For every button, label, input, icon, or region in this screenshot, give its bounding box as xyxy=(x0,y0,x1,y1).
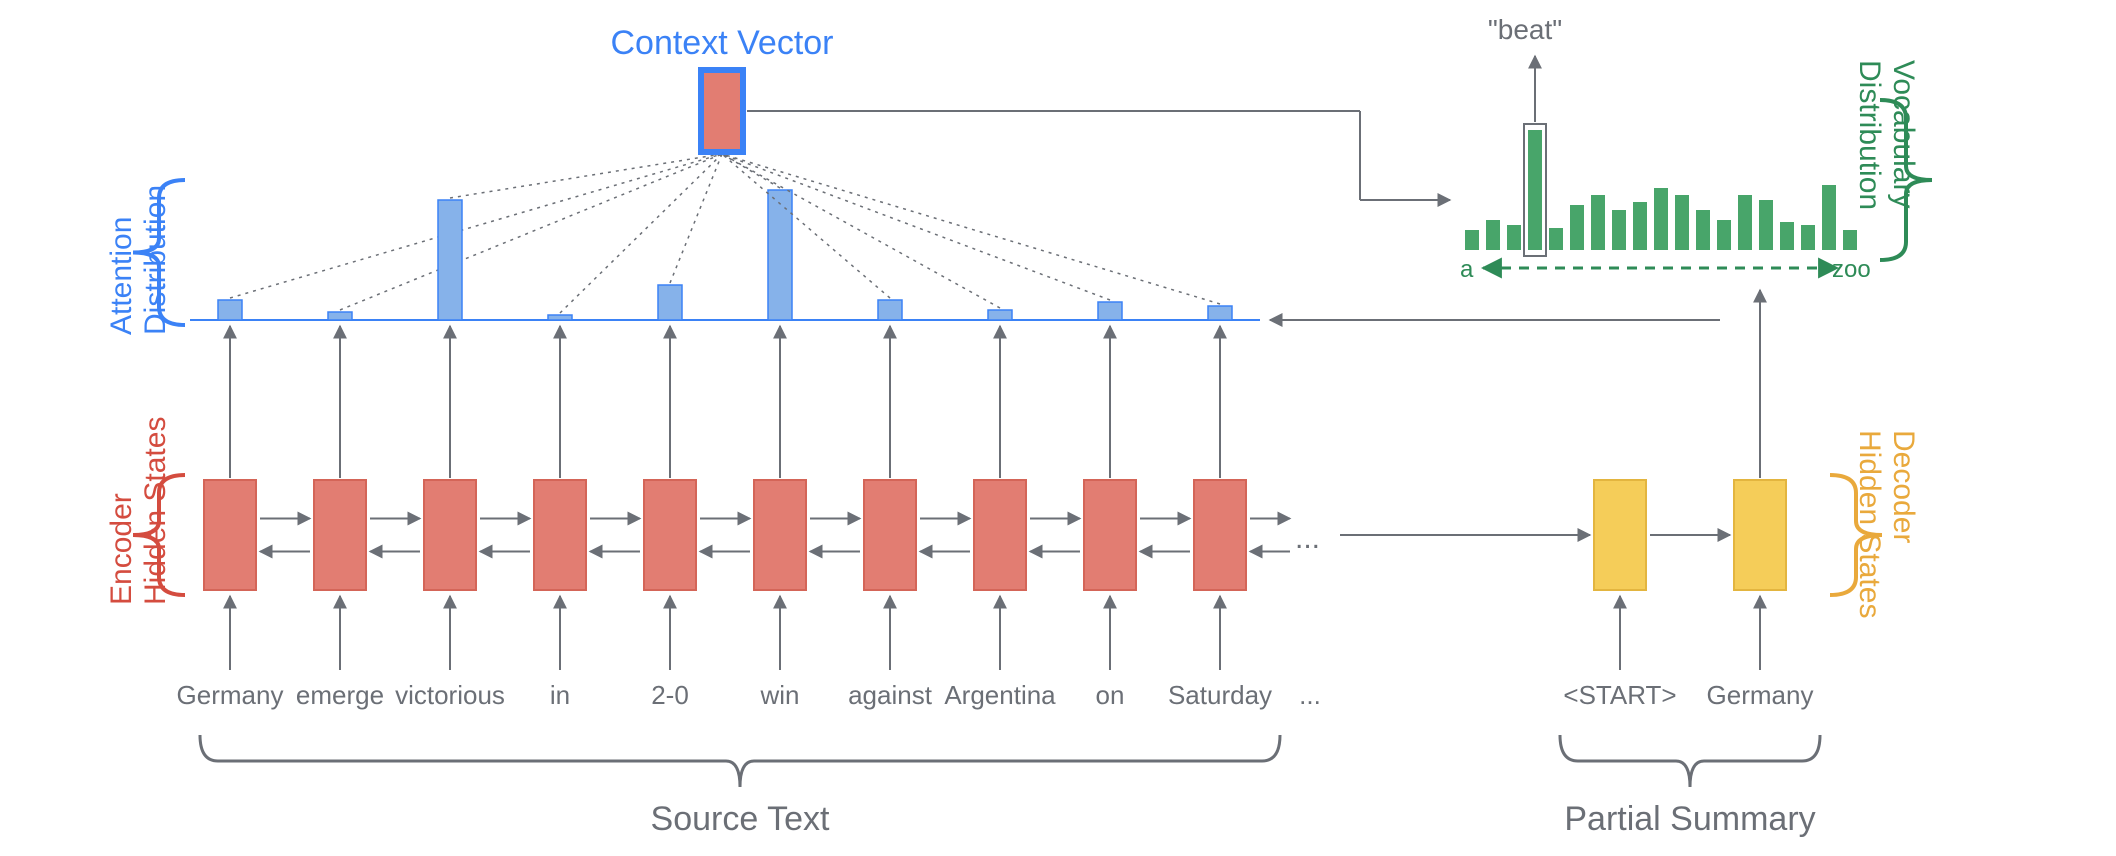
vocab-bar xyxy=(1570,205,1584,250)
source-token: in xyxy=(550,680,570,711)
decoder-line1: Decoder xyxy=(1887,430,1920,543)
vocab-highlight-box xyxy=(1524,124,1546,256)
vocab-bar xyxy=(1549,228,1563,250)
attention-bar xyxy=(1098,302,1122,320)
attention-to-context-line xyxy=(560,154,722,313)
source-token: Saturday xyxy=(1168,680,1272,711)
attention-to-context-line xyxy=(670,154,722,283)
source-token: 2-0 xyxy=(651,680,689,711)
context-vector-box xyxy=(701,70,743,152)
attention-bar xyxy=(988,310,1012,320)
source-token: Argentina xyxy=(944,680,1055,711)
source-text-brace xyxy=(200,735,1280,787)
predicted-token-label: "beat" xyxy=(1488,14,1562,46)
vocab-bar xyxy=(1717,220,1731,250)
source-token: emerge xyxy=(296,680,384,711)
vocab-bar xyxy=(1591,195,1605,250)
encoder-line1: Encoder xyxy=(105,493,138,605)
attention-bar xyxy=(658,285,682,320)
attention-to-context-line xyxy=(722,154,780,188)
vocab-start-tick: a xyxy=(1460,256,1473,284)
vocab-bar xyxy=(1843,230,1857,250)
vocabulary-distribution-label: Vocabulary Distribution xyxy=(1852,60,1920,210)
attention-distribution-label: Attention Distribution xyxy=(105,185,173,335)
encoder-state-box xyxy=(864,480,916,590)
attention-to-context-line xyxy=(722,154,1220,304)
decoder-state-box xyxy=(1594,480,1646,590)
token-ellipsis: ... xyxy=(1299,680,1321,711)
encoder-hidden-states-label: Encoder Hidden States xyxy=(105,417,173,605)
encoder-state-box xyxy=(1084,480,1136,590)
encoder-state-box xyxy=(644,480,696,590)
attention-bar xyxy=(328,312,352,320)
source-token: Germany xyxy=(177,680,284,711)
vocab-bar xyxy=(1738,195,1752,250)
vocab-bar xyxy=(1759,200,1773,250)
vocab-line1: Vocabulary xyxy=(1887,60,1920,208)
source-token: win xyxy=(760,680,799,711)
decoder-line2: Hidden States xyxy=(1853,430,1886,618)
vocab-bar xyxy=(1801,225,1815,250)
vocab-bar xyxy=(1675,195,1689,250)
vocab-bar xyxy=(1822,185,1836,250)
encoder-state-box xyxy=(424,480,476,590)
partial-summary-label: Partial Summary xyxy=(1564,800,1815,839)
decoder-hidden-states-label: Decoder Hidden States xyxy=(1852,430,1920,618)
vocab-bar xyxy=(1486,220,1500,250)
encoder-state-box xyxy=(204,480,256,590)
attention-to-context-line xyxy=(722,154,890,298)
attention-to-context-line xyxy=(722,154,1110,300)
vocab-bar xyxy=(1612,210,1626,250)
source-token: against xyxy=(848,680,932,711)
encoder-line2: Hidden States xyxy=(139,417,172,605)
attention-line1: Attention xyxy=(105,217,138,335)
attention-to-context-line xyxy=(450,154,722,198)
encoder-state-box xyxy=(754,480,806,590)
vocab-end-tick: zoo xyxy=(1832,256,1871,284)
target-token: Germany xyxy=(1707,680,1814,711)
encoder-ellipsis: ... xyxy=(1295,522,1320,556)
vocab-bar xyxy=(1780,222,1794,250)
attention-bar xyxy=(218,300,242,320)
vocab-bar xyxy=(1696,210,1710,250)
vocab-line2: Distribution xyxy=(1853,60,1886,210)
attention-bar xyxy=(438,200,462,320)
decoder-state-box xyxy=(1734,480,1786,590)
vocab-bar xyxy=(1528,130,1542,250)
attention-bar xyxy=(548,315,572,320)
vocab-bar xyxy=(1465,230,1479,250)
attention-line2: Distribution xyxy=(139,185,172,335)
context-vector-label: Context Vector xyxy=(610,24,833,63)
source-text-label: Source Text xyxy=(651,800,830,839)
encoder-state-box xyxy=(1194,480,1246,590)
attention-to-context-line xyxy=(340,154,722,310)
partial-summary-brace xyxy=(1560,735,1820,787)
encoder-state-box xyxy=(534,480,586,590)
attention-bar xyxy=(878,300,902,320)
target-token: <START> xyxy=(1563,680,1676,711)
vocab-bar xyxy=(1654,188,1668,250)
vocab-bar xyxy=(1507,225,1521,250)
encoder-state-box xyxy=(314,480,366,590)
encoder-state-box xyxy=(974,480,1026,590)
attention-bar xyxy=(768,190,792,320)
attention-bar xyxy=(1208,306,1232,320)
source-token: victorious xyxy=(395,680,505,711)
attention-to-context-line xyxy=(230,154,722,298)
source-token: on xyxy=(1096,680,1125,711)
attention-to-context-line xyxy=(722,154,1000,308)
vocab-bar xyxy=(1633,202,1647,250)
